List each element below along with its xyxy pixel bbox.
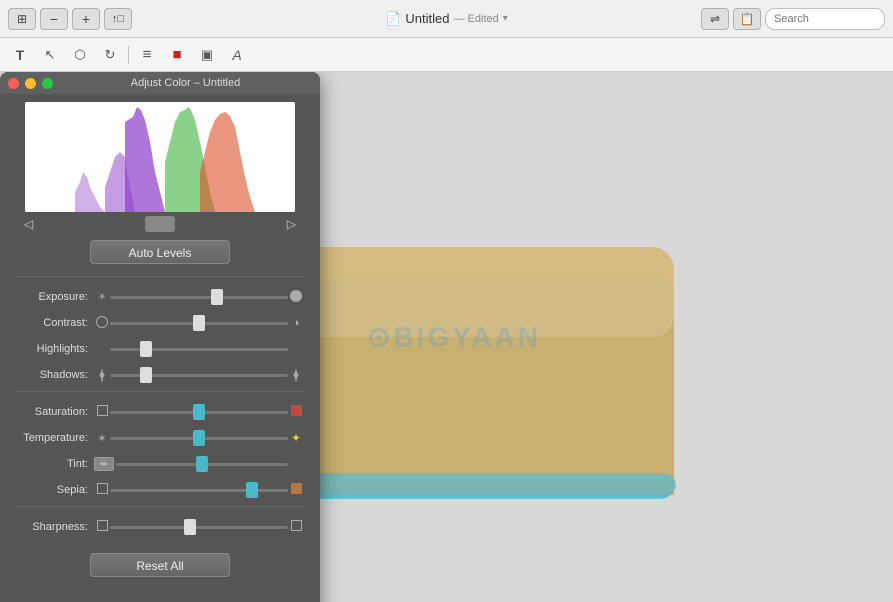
toolbar-align-icon[interactable]: ≡ [135,43,159,67]
saturation-label: Saturation: [16,406,94,418]
histogram-area [25,102,295,212]
panel-minimize-btn[interactable] [25,78,36,89]
sepia-right-icon [288,483,304,497]
sharpness-right-icon [288,520,304,534]
adjust-color-panel: Adjust Color – Untitled [0,72,320,602]
app-title-edited: — Edited [453,13,498,25]
tint-track[interactable] [116,455,288,473]
shadows-label: Shadows: [16,369,94,381]
slider-row-tint: Tint: ✏ [16,454,304,474]
toolbar-btn-clipboard[interactable]: 📋 [733,8,761,30]
exposure-left-icon: ☀ [94,292,110,303]
auto-levels-button[interactable]: Auto Levels [90,240,230,264]
search-input[interactable] [765,8,885,30]
highlights-track[interactable] [110,340,288,358]
titlebar-right-controls: ⇌ 📋 [701,8,885,30]
saturation-right-icon [288,405,304,419]
toolbar-frame-icon[interactable]: ▣ [195,43,219,67]
contrast-right-icon: ◑ [288,317,304,329]
sepia-track[interactable] [110,481,288,499]
saturation-left-icon [94,405,110,419]
sharpness-track[interactable] [110,518,288,536]
slider-section-sharpness: Sharpness: [0,511,320,537]
exposure-track[interactable] [110,288,288,306]
slider-row-exposure: Exposure: ☀ [16,287,304,307]
reset-all-button[interactable]: Reset All [90,553,230,577]
panel-maximize-btn[interactable] [42,78,53,89]
tint-label: Tint: [16,458,94,470]
temperature-track[interactable] [110,429,288,447]
panel-titlebar: Adjust Color – Untitled [0,72,320,94]
panel-title: Adjust Color – Untitled [59,77,312,89]
app-container: ⊞ − + ↑□ 📄 Untitled — Edited ▾ ⇌ 📋 T ↖ ⬡… [0,0,893,602]
slider-row-temperature: Temperature: ✶ ✦ [16,428,304,448]
histogram-svg [25,102,295,212]
toolbar-text-icon[interactable]: T [8,43,32,67]
hist-center-handle[interactable] [145,216,175,232]
panel-divider-3 [16,506,304,507]
contrast-left-icon [94,316,110,331]
slider-row-sharpness: Sharpness: [16,517,304,537]
temperature-label: Temperature: [16,432,94,444]
toolbar-font-icon[interactable]: A [225,43,249,67]
second-toolbar: T ↖ ⬡ ↻ ≡ ■ ▣ A [0,38,893,72]
highlights-label: Highlights: [16,343,94,355]
panel-close-btn[interactable] [8,78,19,89]
slider-section-2: Saturation: Temperature: [0,396,320,500]
titlebar-left-controls: ⊞ − + ↑□ [8,8,132,30]
slider-row-sepia: Sepia: [16,480,304,500]
toolbar-btn-share[interactable]: ↑□ [104,8,132,30]
panel-divider-2 [16,391,304,392]
title-document-icon: 📄 [385,11,401,27]
saturation-track[interactable] [110,403,288,421]
sharpness-left-icon [94,520,110,534]
contrast-track[interactable] [110,314,288,332]
exposure-label: Exposure: [16,291,94,303]
toolbar-cursor-icon[interactable]: ↖ [38,43,62,67]
slider-row-saturation: Saturation: [16,402,304,422]
sepia-label: Sepia: [16,484,94,496]
temperature-right-icon: ✦ [288,431,304,445]
shadows-right-icon [288,370,304,381]
toolbar-stamp-icon[interactable]: ⬡ [68,43,92,67]
toolbar-rotate-icon[interactable]: ↻ [98,43,122,67]
app-title-group: 📄 Untitled — Edited ▾ [385,11,508,27]
hist-left-arrow[interactable]: ◁ [24,217,33,231]
histogram-slider-row: ◁ ▷ [0,216,320,232]
toolbar-btn-grid[interactable]: ⊞ [8,8,36,30]
contrast-label: Contrast: [16,317,94,329]
reset-all-section: Reset All [0,545,320,585]
slider-row-highlights: Highlights: [16,339,304,359]
app-titlebar: ⊞ − + ↑□ 📄 Untitled — Edited ▾ ⇌ 📋 [0,0,893,38]
title-dropdown-icon[interactable]: ▾ [503,13,508,24]
toolbar-btn-zoom-in[interactable]: + [72,8,100,30]
exposure-right-icon [288,290,304,305]
toolbar-btn-rotate[interactable]: ⇌ [701,8,729,30]
shadows-track[interactable] [110,366,288,384]
temperature-left-icon: ✶ [94,432,110,445]
panel-divider-1 [16,276,304,277]
toolbar-color-red-icon[interactable]: ■ [165,43,189,67]
eyedropper-button[interactable]: ✏ [94,457,114,471]
toolbar-btn-zoom-out[interactable]: − [40,8,68,30]
slider-row-contrast: Contrast: ◑ [16,313,304,333]
sepia-left-icon [94,483,110,497]
hist-right-arrow[interactable]: ▷ [287,217,296,231]
slider-row-shadows: Shadows: [16,365,304,385]
toolbar-divider-1 [128,46,129,64]
slider-section-1: Exposure: ☀ Contrast: [0,281,320,385]
main-content: ot 2020-06-03 at 1.04.2... ot 2020-06-03… [0,72,893,602]
app-title: Untitled [405,11,449,26]
shadows-left-icon [94,370,110,381]
sharpness-label: Sharpness: [16,521,94,533]
